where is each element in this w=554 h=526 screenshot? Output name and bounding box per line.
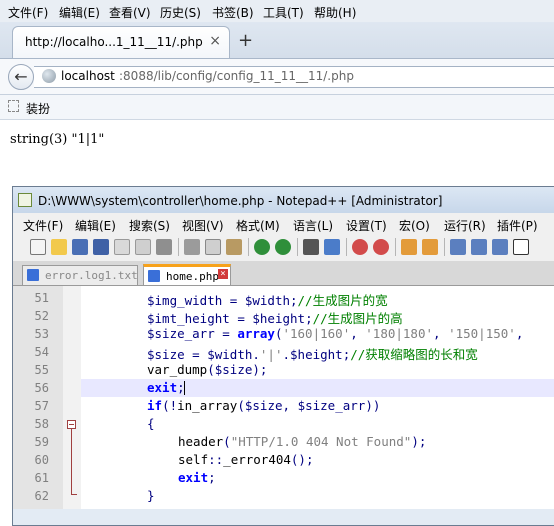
npp-menu-edit[interactable]: 编辑(E) (75, 217, 116, 234)
npp-menu-settings[interactable]: 设置(T) (346, 217, 387, 234)
line-number: 61 (34, 471, 49, 485)
line-number: 56 (34, 381, 49, 395)
line-number: 62 (34, 489, 49, 503)
toolbar-separator (248, 238, 249, 256)
toolbar-separator (395, 238, 396, 256)
fold-margin (63, 286, 81, 509)
npp-menu-macro[interactable]: 宏(O) (399, 217, 430, 234)
line-number: 58 (34, 417, 49, 431)
zoom-out-icon[interactable] (373, 239, 389, 255)
menu-view[interactable]: 查看(V) (109, 4, 151, 21)
code-line: { (147, 416, 155, 431)
open-file-icon[interactable] (51, 239, 67, 255)
file-tab-active[interactable]: home.php × (143, 264, 231, 285)
toolbar-separator (178, 238, 179, 256)
code-line: $img_width = $width;//生成图片的宽 (147, 293, 388, 308)
menu-edit[interactable]: 编辑(E) (59, 4, 100, 21)
replace-icon[interactable] (324, 239, 340, 255)
menu-help[interactable]: 帮助(H) (314, 4, 356, 21)
url-path: :8088/lib/config/config_11_11__11/.php (119, 69, 354, 83)
doc-map-icon[interactable] (513, 239, 529, 255)
line-number: 55 (34, 363, 49, 377)
new-file-icon[interactable] (30, 239, 46, 255)
zoom-in-icon[interactable] (352, 239, 368, 255)
save-icon[interactable] (72, 239, 88, 255)
line-number: 51 (34, 291, 49, 305)
back-arrow-icon: ← (14, 67, 28, 86)
redo-icon[interactable] (275, 239, 291, 255)
line-number: 59 (34, 435, 49, 449)
notepad-app-icon (18, 193, 32, 207)
find-icon[interactable] (303, 239, 319, 255)
word-wrap-icon[interactable] (450, 239, 466, 255)
site-globe-icon (42, 69, 56, 83)
menu-history[interactable]: 历史(S) (160, 4, 201, 21)
tab-close-icon[interactable]: × (218, 269, 228, 279)
text-caret (184, 381, 185, 395)
code-line: } (147, 488, 155, 503)
cut-icon[interactable] (184, 239, 200, 255)
save-all-icon[interactable] (93, 239, 109, 255)
npp-menu-file[interactable]: 文件(F) (23, 217, 63, 234)
back-button[interactable]: ← (8, 64, 34, 90)
code-line: $size_arr = array('160|160', '180|180', … (147, 326, 524, 341)
notepad-menubar: 文件(F) 编辑(E) 搜索(S) 视图(V) 格式(M) 语言(L) 设置(T… (13, 213, 554, 235)
close-file-icon[interactable] (114, 239, 130, 255)
file-tab-icon (148, 270, 160, 282)
bookmark-item[interactable]: 装扮 (26, 100, 50, 117)
code-line: if(!in_array($size, $size_arr)) (147, 398, 381, 413)
file-tab-label: error.log1.txt (45, 269, 138, 282)
menu-tools[interactable]: 工具(T) (263, 4, 304, 21)
sync-scroll-icon[interactable] (401, 239, 417, 255)
code-line: $imt_height = $height;//生成图片的高 (147, 311, 403, 326)
url-host: localhost (61, 69, 115, 83)
npp-menu-plugins[interactable]: 插件(P) (497, 217, 538, 234)
line-number: 53 (34, 327, 49, 341)
line-number: 52 (34, 309, 49, 323)
code-line: exit; (178, 470, 216, 485)
line-number: 57 (34, 399, 49, 413)
code-line: header("HTTP/1.0 404 Not Found"); (178, 434, 427, 449)
code-line-current: exit; (147, 380, 185, 395)
line-number: 54 (34, 345, 49, 359)
new-tab-button[interactable]: + (238, 30, 253, 51)
npp-menu-view[interactable]: 视图(V) (182, 217, 224, 234)
npp-menu-format[interactable]: 格式(M) (236, 217, 280, 234)
menu-bookmarks[interactable]: 书签(B) (212, 4, 254, 21)
browser-tab-title: http://localho...1_11__11/.php (25, 35, 203, 49)
file-tab[interactable]: error.log1.txt (22, 265, 138, 285)
fold-end-marker (71, 494, 77, 495)
line-number: 60 (34, 453, 49, 467)
tab-close-icon[interactable]: × (209, 33, 221, 49)
file-tab-icon (27, 269, 39, 281)
code-line: var_dump($size); (147, 362, 268, 377)
npp-menu-search[interactable]: 搜索(S) (129, 217, 170, 234)
toolbar-separator (444, 238, 445, 256)
undo-icon[interactable] (254, 239, 270, 255)
bookmark-page-icon (8, 100, 19, 112)
code-line: self::_error404(); (178, 452, 314, 467)
copy-icon[interactable] (205, 239, 221, 255)
page-output-text: string(3) "1|1" (10, 132, 105, 147)
browser-tab[interactable]: http://localho...1_11__11/.php × (12, 26, 230, 58)
show-all-chars-icon[interactable] (471, 239, 487, 255)
fold-toggle-icon[interactable] (67, 420, 76, 429)
npp-menu-run[interactable]: 运行(R) (444, 217, 486, 234)
browser-menubar: 文件(F) 编辑(E) 查看(V) 历史(S) 书签(B) 工具(T) 帮助(H… (0, 0, 554, 22)
code-line: $size = $width.'|'.$height;//获取缩略图的长和宽 (147, 347, 478, 362)
notepad-title: D:\WWW\system\controller\home.php - Note… (38, 194, 443, 208)
bookmarks-bar (0, 95, 554, 120)
indent-guide-icon[interactable] (492, 239, 508, 255)
npp-menu-language[interactable]: 语言(L) (293, 217, 333, 234)
print-icon[interactable] (156, 239, 172, 255)
toolbar-separator (346, 238, 347, 256)
menu-file[interactable]: 文件(F) (8, 4, 48, 21)
toolbar-separator (297, 238, 298, 256)
close-all-icon[interactable] (135, 239, 151, 255)
sync-h-scroll-icon[interactable] (422, 239, 438, 255)
file-tab-label: home.php (166, 270, 219, 283)
fold-line (71, 429, 72, 495)
paste-icon[interactable] (226, 239, 242, 255)
